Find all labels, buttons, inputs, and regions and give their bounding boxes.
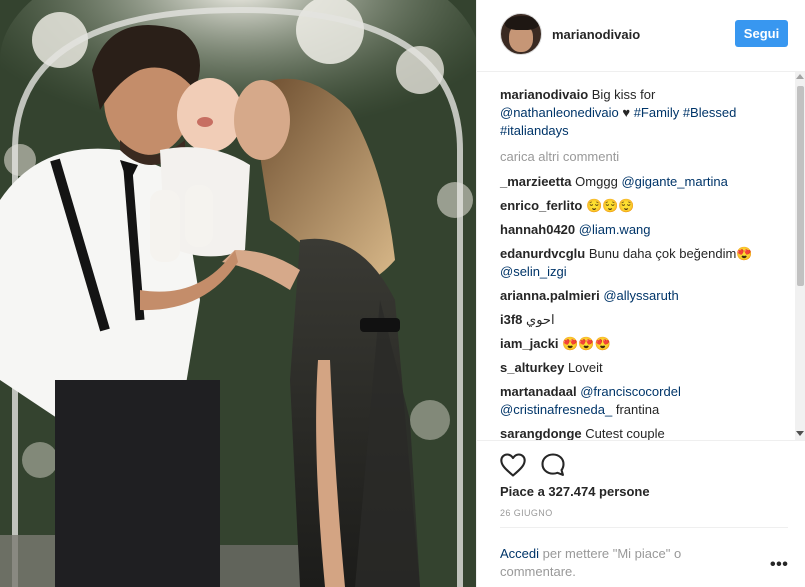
comment-item: arianna.palmieri @allyssaruth xyxy=(500,287,780,305)
comment-username[interactable]: enrico_ferlito xyxy=(500,198,582,213)
comment-item: enrico_ferlito 😌😌😌 xyxy=(500,197,780,215)
likes-count[interactable]: Piace a 327.474 persone xyxy=(500,484,650,499)
comment-item: hannah0420 @liam.wang xyxy=(500,221,780,239)
photo-illustration xyxy=(0,0,476,587)
post-date[interactable]: 26 GIUGNO xyxy=(500,508,553,518)
post-header: marianodivaio Segui xyxy=(477,0,805,72)
heart-emoji: ♥ xyxy=(622,105,631,120)
header-username[interactable]: marianodivaio xyxy=(552,27,640,42)
login-link[interactable]: Accedi xyxy=(500,546,539,561)
comment-mention[interactable]: @gigante_martina xyxy=(621,174,727,189)
caption-mention[interactable]: @nathanleonedivaio xyxy=(500,105,619,120)
comment-text: Loveit xyxy=(567,360,603,375)
comment-mention[interactable]: @selin_izgi xyxy=(500,264,567,279)
avatar-hair xyxy=(505,16,539,30)
comment-username[interactable]: hannah0420 xyxy=(500,222,575,237)
speech-bubble-icon[interactable] xyxy=(539,451,567,479)
comment-username[interactable]: edanurdvcglu xyxy=(500,246,585,261)
comment-item: i3f8 احوي xyxy=(500,311,780,329)
comment-item: iam_jacki 😍😍😍 xyxy=(500,335,780,353)
scroll-thumb[interactable] xyxy=(797,86,804,286)
follow-button[interactable]: Segui xyxy=(735,20,788,47)
comment-username[interactable]: _marzieetta xyxy=(500,174,572,189)
comment-item: martanadaal @franciscocordel @cristinafr… xyxy=(500,383,780,419)
comment-mention[interactable]: @liam.wang xyxy=(579,222,651,237)
caption-username[interactable]: marianodivaio xyxy=(500,87,588,102)
post-caption: marianodivaio Big kiss for @nathanleoned… xyxy=(500,86,770,140)
comment-username[interactable]: arianna.palmieri xyxy=(500,288,600,303)
post-photo[interactable] xyxy=(0,0,476,587)
comment-username[interactable]: sarangdonge xyxy=(500,426,582,440)
caption-text: Big kiss for xyxy=(591,87,656,102)
comment-mention[interactable]: @allyssaruth xyxy=(603,288,678,303)
comment-text: Omggg xyxy=(575,174,618,189)
scroll-down-arrow-icon[interactable] xyxy=(796,431,804,436)
post-details-panel: marianodivaio Segui marianodivaio Big ki… xyxy=(476,0,805,587)
post-footer: Accedi per mettere "Mi piace" o commenta… xyxy=(500,527,788,579)
comment-text: احوي xyxy=(526,312,555,327)
comment-text: 😍😍😍 xyxy=(562,336,611,351)
comment-text: frantina xyxy=(615,402,660,417)
comment-text: Cutest couple xyxy=(585,426,665,440)
post-actions: Piace a 327.474 persone 26 GIUGNO xyxy=(477,440,805,530)
caption-hashtag-italiandays[interactable]: #italiandays xyxy=(500,123,569,138)
scroll-up-arrow-icon[interactable] xyxy=(796,74,804,79)
comment-item: s_alturkey Loveit xyxy=(500,359,780,377)
comment-text: 😌😌😌 xyxy=(585,198,635,213)
caption-hashtags[interactable]: #Family #Blessed xyxy=(634,105,737,120)
comment-mention-second[interactable]: @cristinafresneda_ xyxy=(500,402,612,417)
comment-item: sarangdonge Cutest couple xyxy=(500,425,780,440)
comment-username[interactable]: martanadaal xyxy=(500,384,577,399)
comment-item: _marzieetta Omggg @gigante_martina xyxy=(500,173,780,191)
comments-scrollbar[interactable] xyxy=(795,72,805,440)
avatar[interactable] xyxy=(500,13,542,55)
load-more-comments-link[interactable]: carica altri commenti xyxy=(500,149,619,164)
comment-username[interactable]: iam_jacki xyxy=(500,336,559,351)
comment-item: edanurdvcglu Bunu daha çok beğendim😍 @se… xyxy=(500,245,780,281)
comment-username[interactable]: i3f8 xyxy=(500,312,522,327)
comments-list[interactable]: marianodivaio Big kiss for @nathanleoned… xyxy=(477,72,797,440)
comment-text: Bunu daha çok beğendim😍 xyxy=(588,246,753,261)
heart-outline-icon[interactable] xyxy=(499,451,527,479)
comment-mention[interactable]: @franciscocordel xyxy=(580,384,681,399)
login-prompt: Accedi per mettere "Mi piace" o commenta… xyxy=(500,545,750,581)
comment-username[interactable]: s_alturkey xyxy=(500,360,564,375)
ellipsis-icon[interactable]: ••• xyxy=(770,557,790,573)
